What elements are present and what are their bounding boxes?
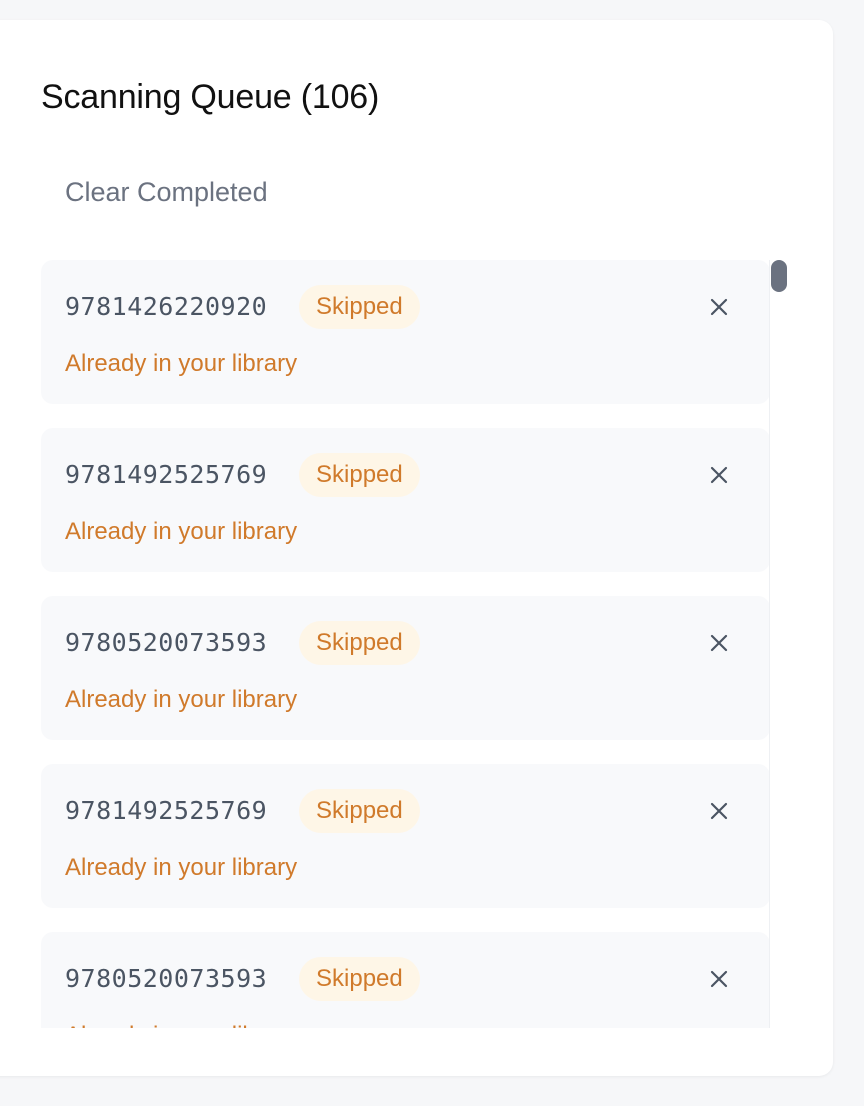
status-badge: Skipped: [299, 621, 420, 665]
queue-scrollbar[interactable]: [769, 260, 787, 1028]
isbn-text: 9781426220920: [65, 292, 268, 321]
status-badge: Skipped: [299, 285, 420, 329]
remove-item-button[interactable]: [699, 791, 739, 831]
status-badge: Skipped: [299, 789, 420, 833]
isbn-text: 9780520073593: [65, 628, 268, 657]
remove-item-button[interactable]: [699, 623, 739, 663]
isbn-text: 9781492525769: [65, 796, 268, 825]
status-badge: Skipped: [299, 453, 420, 497]
isbn-text: 9781492525769: [65, 460, 268, 489]
queue-item: 9781492525769 Skipped Already in your li…: [41, 764, 770, 908]
remove-item-button[interactable]: [699, 455, 739, 495]
queue-title: Scanning Queue (106): [41, 78, 380, 116]
status-message: Already in your library: [65, 854, 298, 881]
queue-item: 9780520073593 Skipped Already in your li…: [41, 932, 770, 1028]
close-icon: [710, 466, 728, 484]
close-icon: [710, 970, 728, 988]
status-message: Already in your library: [65, 686, 298, 713]
remove-item-button[interactable]: [699, 959, 739, 999]
queue-list[interactable]: 9781426220920 Skipped Already in your li…: [41, 260, 785, 1028]
queue-item: 9780520073593 Skipped Already in your li…: [41, 596, 770, 740]
queue-item: 9781426220920 Skipped Already in your li…: [41, 260, 770, 404]
status-badge: Skipped: [299, 957, 420, 1001]
close-icon: [710, 634, 728, 652]
scrollbar-thumb[interactable]: [771, 260, 787, 292]
queue-item: 9781492525769 Skipped Already in your li…: [41, 428, 770, 572]
status-message: Already in your library: [65, 518, 298, 545]
close-icon: [710, 802, 728, 820]
close-icon: [710, 298, 728, 316]
status-message: Already in your library: [65, 1020, 297, 1028]
status-message: Already in your library: [65, 350, 298, 377]
isbn-text: 9780520073593: [65, 964, 268, 993]
remove-item-button[interactable]: [699, 287, 739, 327]
clear-completed-button[interactable]: Clear Completed: [41, 162, 292, 222]
